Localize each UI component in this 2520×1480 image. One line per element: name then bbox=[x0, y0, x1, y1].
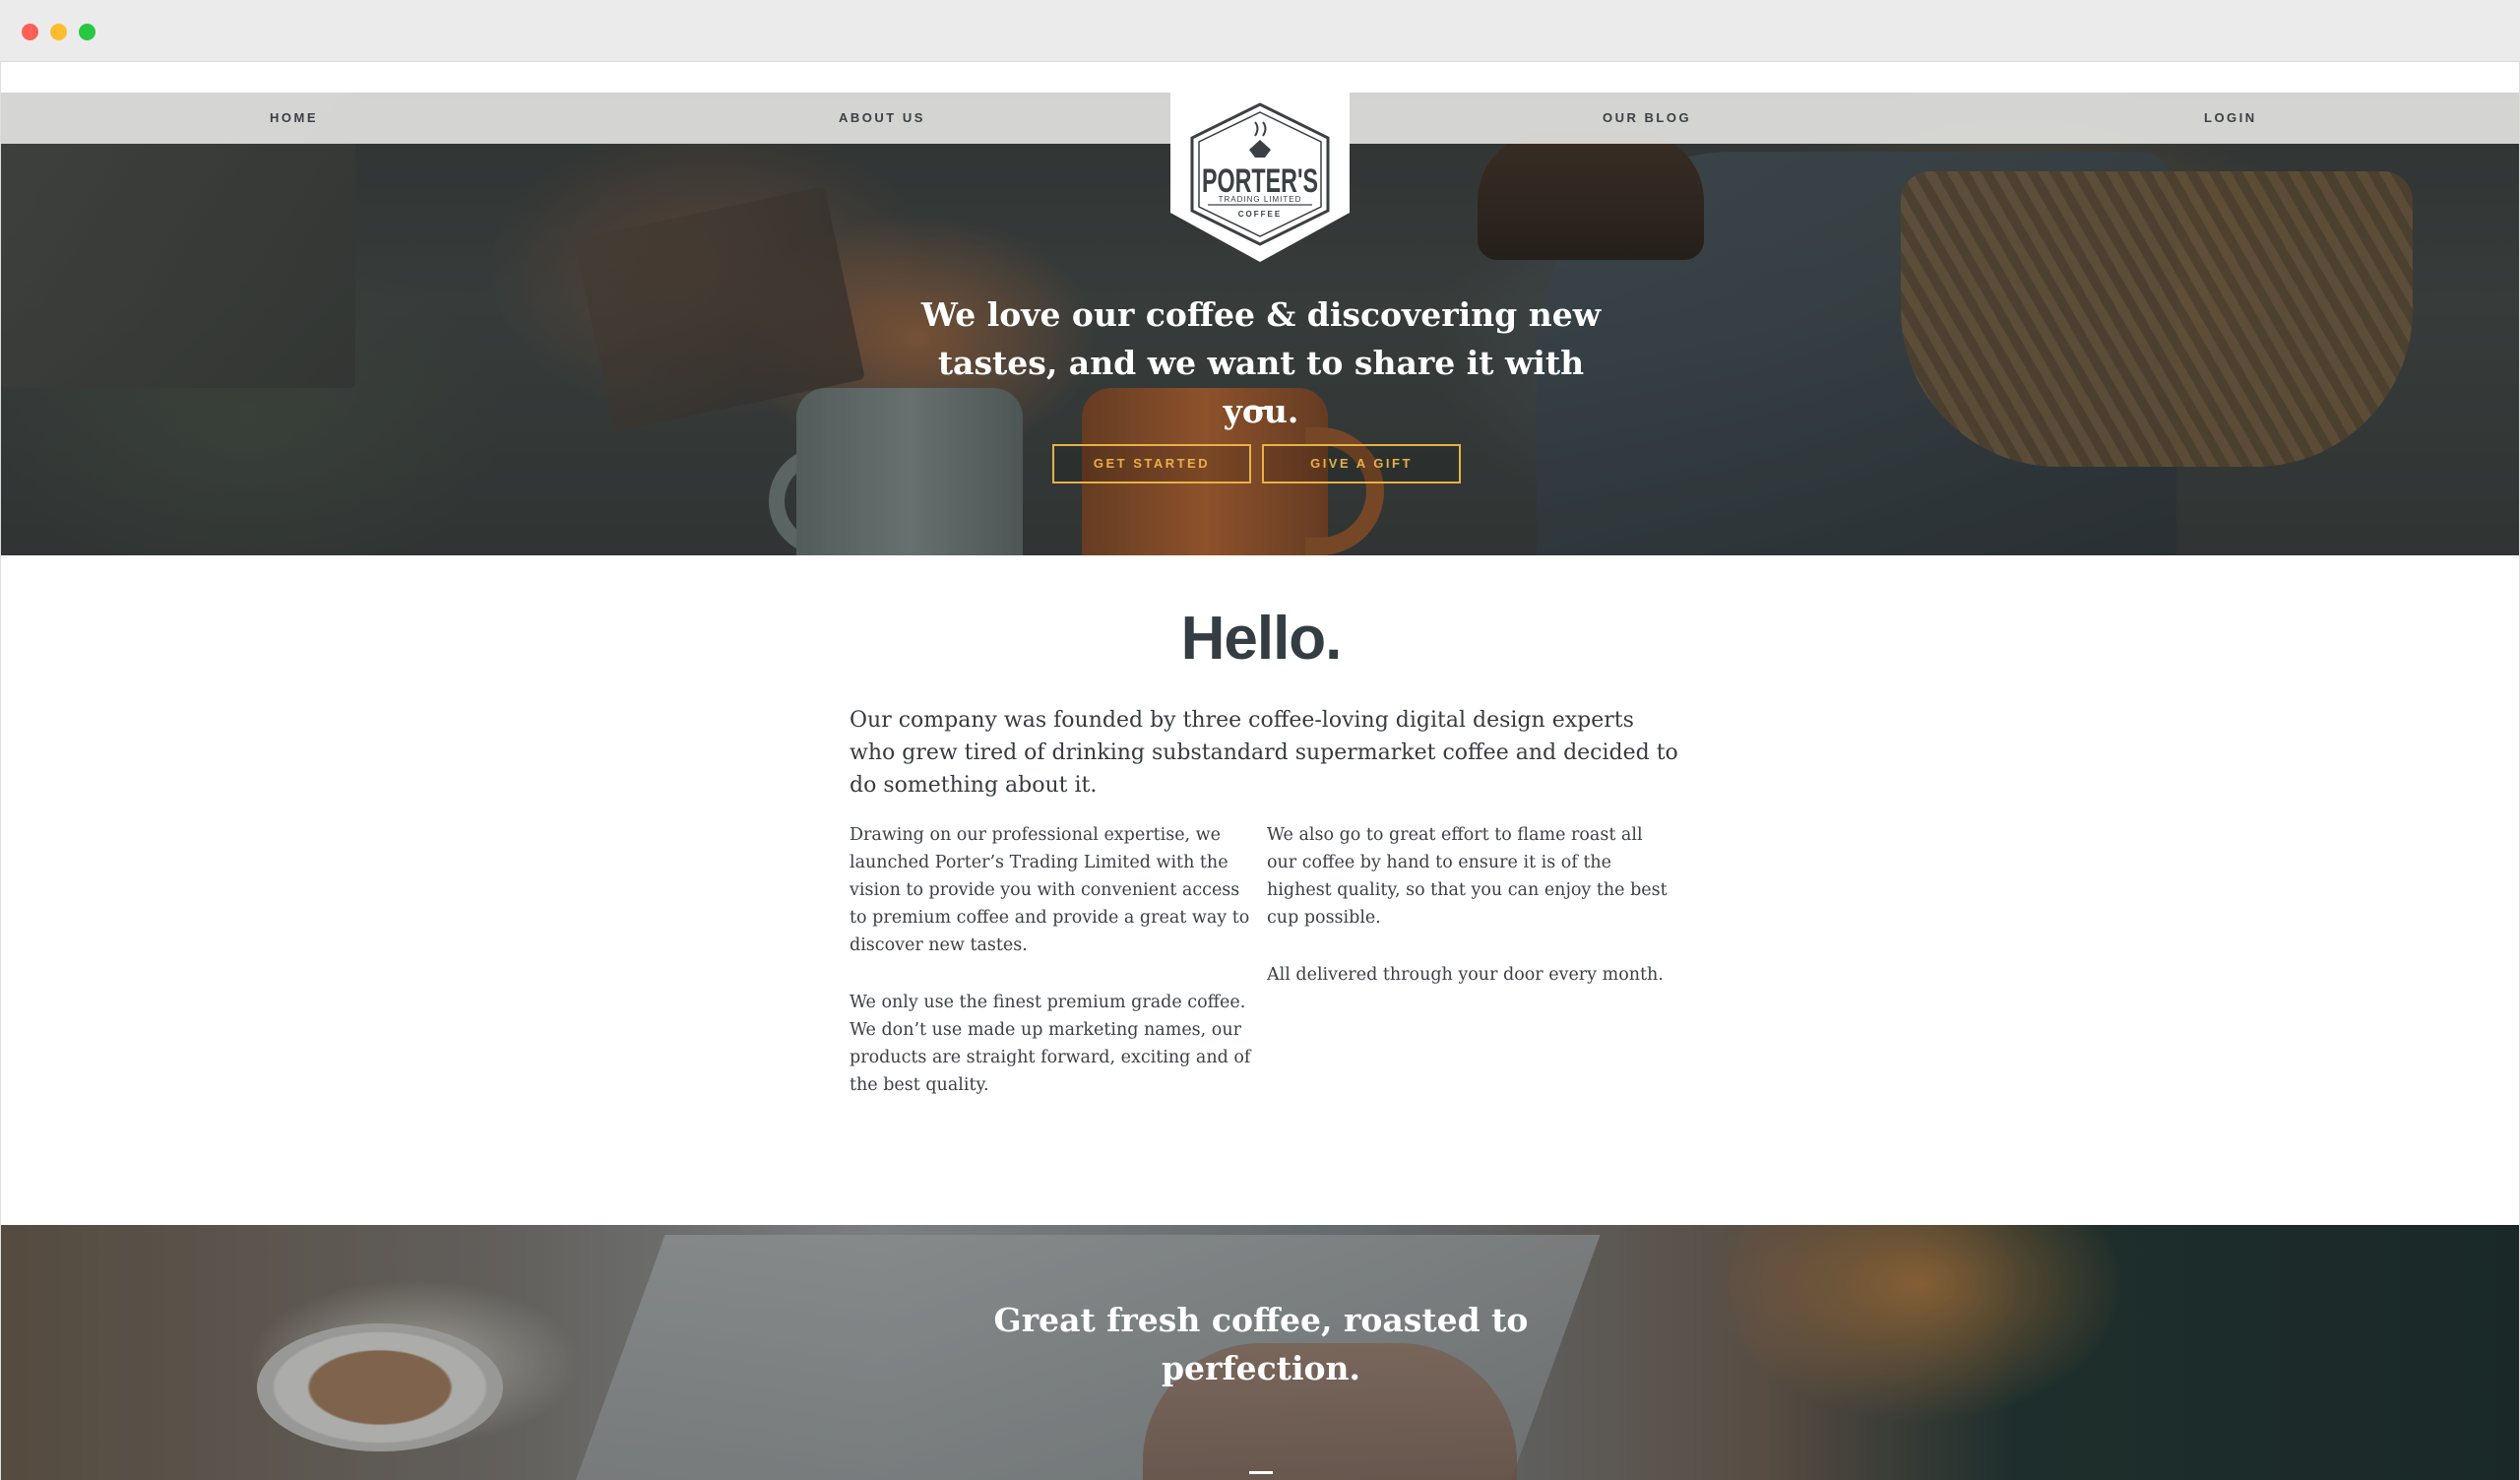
nav-blog-link[interactable]: OUR BLOG bbox=[1603, 93, 1691, 144]
about-heading: Hello. bbox=[1180, 605, 1343, 673]
about-paragraph: All delivered through your door every mo… bbox=[1267, 965, 1664, 985]
about-left-column: Drawing on our professional expertise, w… bbox=[850, 821, 1253, 1128]
maximize-window-button[interactable] bbox=[79, 24, 95, 40]
page-viewport: HOME ABOUT US OUR BLOG LOGIN PORTER'S TR… bbox=[0, 62, 2520, 1480]
about-paragraph: We only use the finest premium grade cof… bbox=[850, 993, 1251, 1095]
logo-product-text: COFFEE bbox=[1238, 210, 1282, 219]
nav-about-link[interactable]: ABOUT US bbox=[839, 93, 925, 144]
browser-title-bar bbox=[0, 0, 2520, 62]
logo-badge-icon: PORTER'S TRADING LIMITED COFFEE bbox=[1170, 93, 1350, 262]
porters-logo[interactable]: PORTER'S TRADING LIMITED COFFEE bbox=[1170, 93, 1350, 262]
about-right-column: We also go to great effort to flame roas… bbox=[1267, 821, 1670, 1018]
about-lead-paragraph: Our company was founded by three coffee-… bbox=[850, 708, 1678, 798]
give-a-gift-button[interactable]: GIVE A GIFT bbox=[1262, 444, 1461, 483]
about-paragraph: Drawing on our professional expertise, w… bbox=[850, 825, 1250, 955]
nav-login-link[interactable]: LOGIN bbox=[2204, 93, 2257, 144]
minimize-window-button[interactable] bbox=[50, 24, 67, 40]
about-paragraph: We also go to great effort to flame roas… bbox=[1267, 825, 1668, 928]
hero-tagline: We love our coffee & discovering new tas… bbox=[920, 295, 1602, 430]
get-started-button[interactable]: GET STARTED bbox=[1052, 444, 1251, 483]
close-window-button[interactable] bbox=[22, 24, 38, 40]
nav-home-link[interactable]: HOME bbox=[270, 93, 318, 144]
banner-heading: Great fresh coffee, roasted to perfectio… bbox=[993, 1301, 1529, 1387]
coffee-banner-section: Great fresh coffee, roasted to perfectio… bbox=[1, 1225, 2519, 1480]
banner-divider bbox=[1249, 1471, 1273, 1474]
logo-subtitle-text: TRADING LIMITED bbox=[1219, 195, 1302, 204]
hero-divider bbox=[1249, 407, 1273, 410]
